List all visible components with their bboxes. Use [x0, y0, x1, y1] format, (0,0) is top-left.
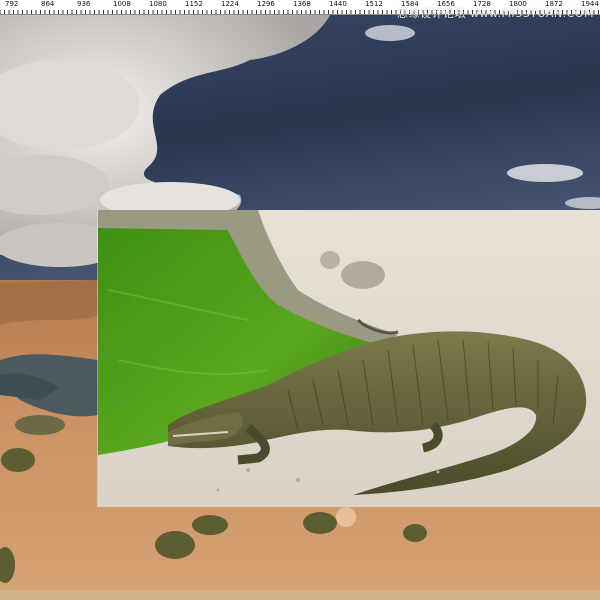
ruler-label: 1296	[257, 0, 275, 8]
canvas-bottom-edge	[0, 590, 600, 600]
crocodile-layer[interactable]	[97, 210, 600, 507]
ruler-label: 1152	[185, 0, 203, 8]
ruler-label: 1224	[221, 0, 239, 8]
document-canvas[interactable]	[0, 15, 600, 590]
ruler-label: 792	[5, 0, 19, 8]
ruler-label: 864	[41, 0, 55, 8]
ruler-label: 1008	[113, 0, 131, 8]
crocodile-photo	[98, 210, 600, 507]
watermark-text: 思缘设计论坛 www.MISSYUAN.COM	[396, 7, 594, 20]
ruler-label: 936	[77, 0, 91, 8]
ruler-label: 1512	[365, 0, 383, 8]
ruler-label: 1368	[293, 0, 311, 8]
ruler-label: 1440	[329, 0, 347, 8]
ruler-label: 1080	[149, 0, 167, 8]
